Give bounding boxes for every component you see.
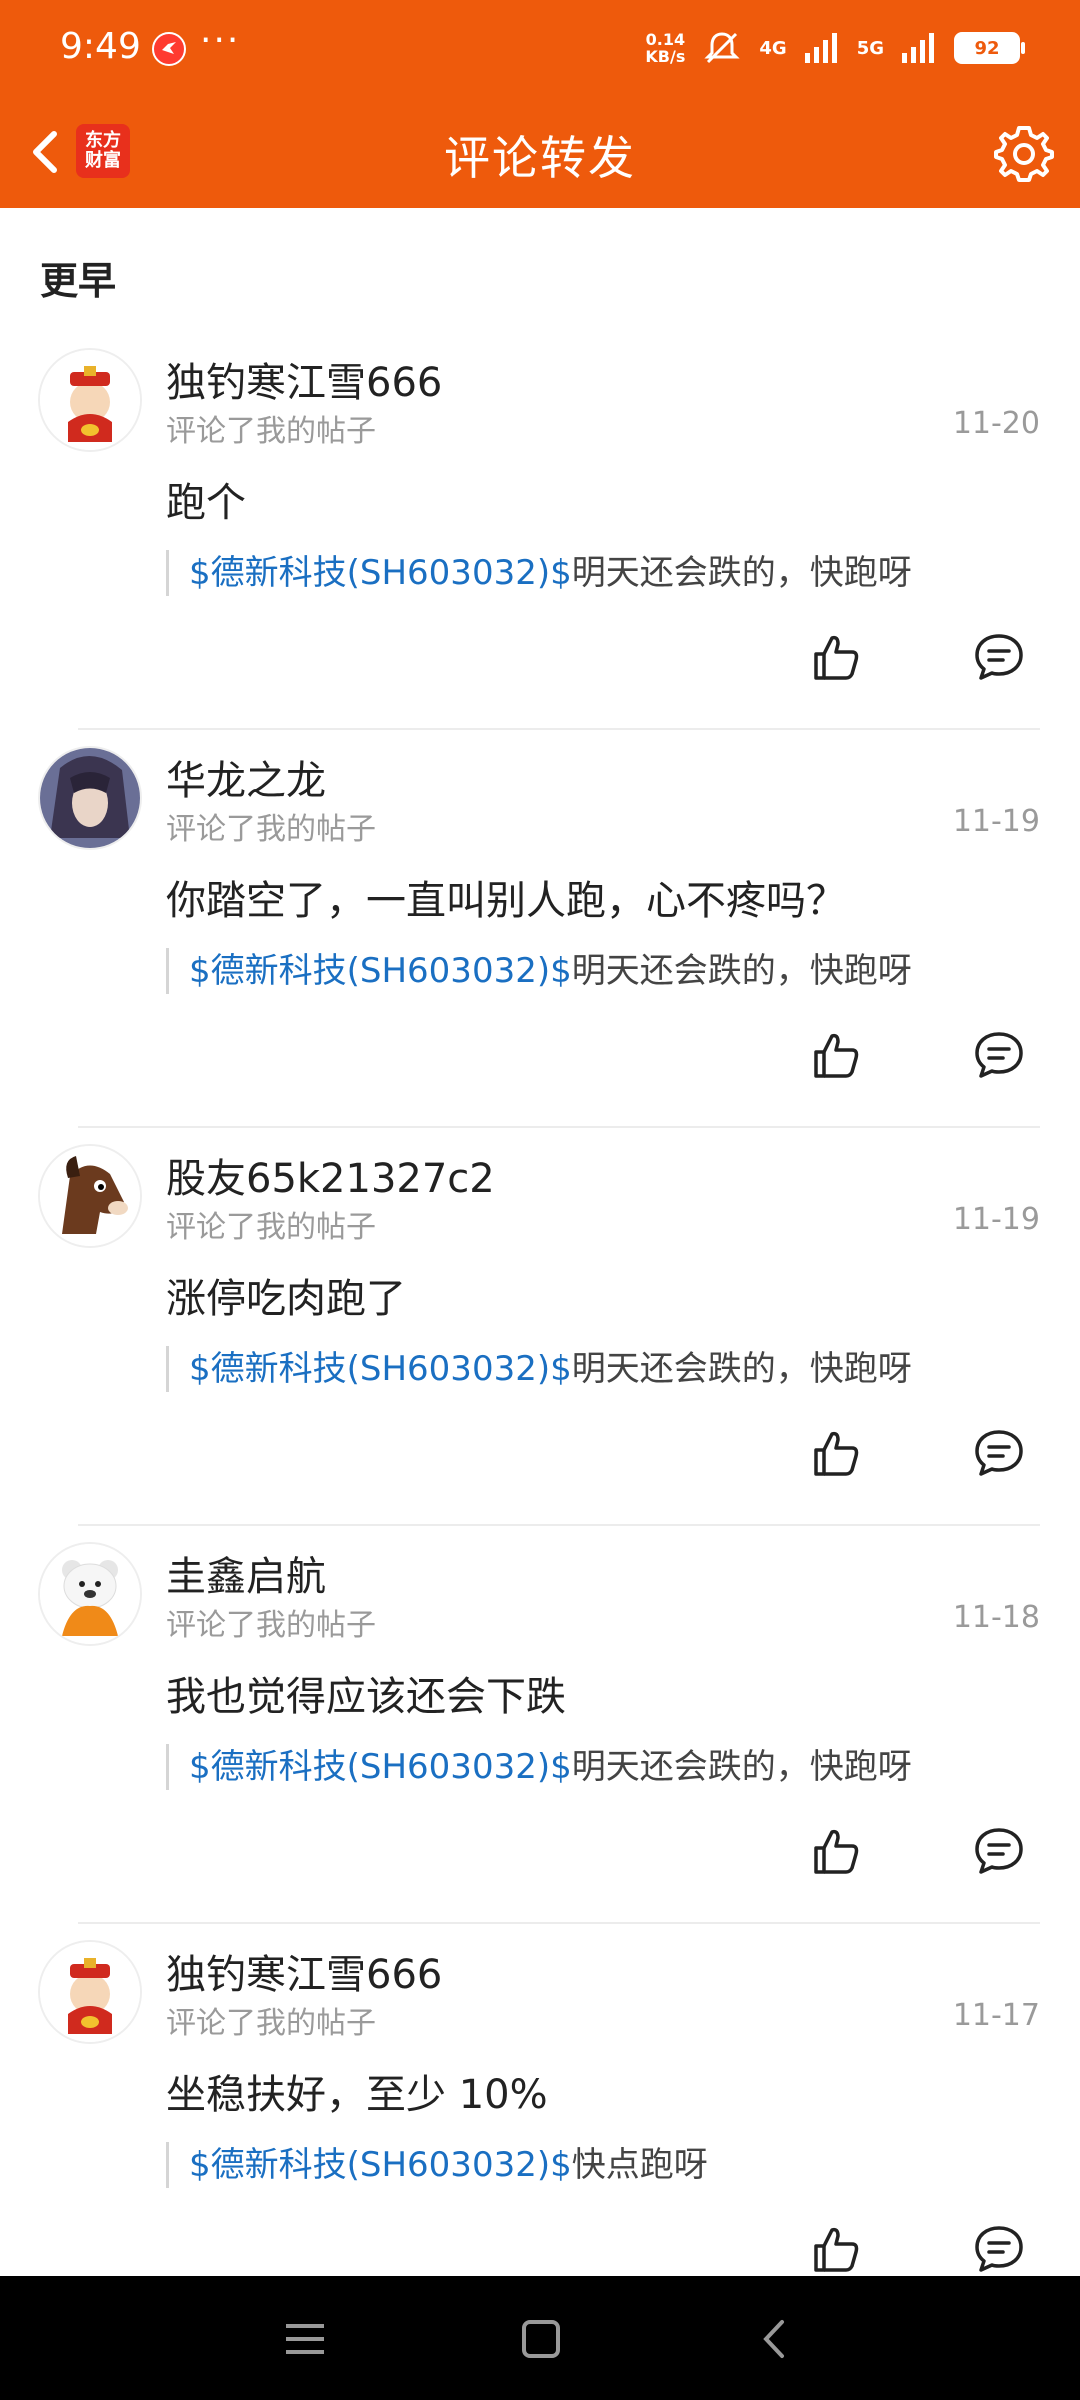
quoted-text: 明天还会跌的，快跑呀	[571, 1747, 912, 1787]
avatar[interactable]	[38, 1940, 142, 2044]
stock-link[interactable]: $德新科技(SH603032)$	[189, 951, 572, 991]
username[interactable]: 独钓寒江雪666	[166, 1942, 442, 2000]
menu-icon[interactable]	[278, 2312, 332, 2366]
status-more: ···	[200, 20, 241, 61]
comment-date: 11-18	[952, 1600, 1040, 1635]
quoted-post[interactable]: $德新科技(SH603032)$明天还会跌的，快跑呀	[166, 1346, 912, 1392]
quoted-post[interactable]: $德新科技(SH603032)$明天还会跌的，快跑呀	[166, 550, 912, 596]
like-icon[interactable]	[808, 630, 862, 684]
status-time: 9:49	[60, 26, 141, 67]
comment-action: 评论了我的帖子	[166, 2006, 376, 2041]
reply-icon[interactable]	[972, 1426, 1026, 1480]
stock-link[interactable]: $德新科技(SH603032)$	[189, 1747, 572, 1787]
comment-action: 评论了我的帖子	[166, 414, 376, 449]
like-icon[interactable]	[808, 1824, 862, 1878]
username[interactable]: 华龙之龙	[166, 748, 326, 806]
battery-indicator: 92	[954, 32, 1025, 64]
section-title: 更早	[40, 259, 117, 303]
reply-icon[interactable]	[972, 630, 1026, 684]
username[interactable]: 独钓寒江雪666	[166, 350, 442, 408]
comment-text[interactable]: 你踏空了，一直叫别人跑，心不疼吗？	[166, 868, 846, 926]
stock-link[interactable]: $德新科技(SH603032)$	[189, 553, 572, 593]
comment-action: 评论了我的帖子	[166, 812, 376, 847]
comment-item[interactable]: 股友65k21327c2 评论了我的帖子 11-19 涨停吃肉跑了 $德新科技(SH60…	[0, 1144, 1080, 1542]
comment-date: 11-19	[952, 1202, 1040, 1237]
stock-link[interactable]: $德新科技(SH603032)$	[189, 1349, 572, 1389]
system-nav-bar	[0, 2276, 1080, 2400]
like-icon[interactable]	[808, 1426, 862, 1480]
like-icon[interactable]	[808, 2222, 862, 2276]
nav-bar: 东方 财富 评论转发	[0, 96, 1080, 208]
reply-icon[interactable]	[972, 1028, 1026, 1082]
comment-date: 11-20	[952, 406, 1040, 441]
quoted-text: 明天还会跌的，快跑呀	[571, 553, 912, 593]
gear-icon[interactable]	[992, 120, 1056, 184]
quoted-text: 快点跑呀	[571, 2145, 708, 2185]
comment-text[interactable]: 坐稳扶好，至少 10%	[166, 2062, 548, 2120]
page-title: 评论转发	[444, 131, 636, 185]
mute-bell-icon	[704, 32, 740, 64]
network-5g: 5G	[856, 37, 884, 59]
divider	[78, 1524, 1040, 1526]
signal-icon-2	[902, 33, 934, 63]
top-bar: 9:49 ··· 0.14 KB/s 4G 5G 92 东方 财富 评论转发	[0, 0, 1080, 208]
comment-text[interactable]: 跑个	[166, 470, 246, 528]
comment-action: 评论了我的帖子	[166, 1608, 376, 1643]
avatar[interactable]	[38, 348, 142, 452]
status-bar: 9:49 ··· 0.14 KB/s 4G 5G 92	[0, 0, 1080, 96]
comment-action: 评论了我的帖子	[166, 1210, 376, 1245]
comment-item[interactable]: 圭鑫启航评论了我的帖子 11-18 我也觉得应该还会下跌 $德新科技(SH603032…	[0, 1542, 1080, 1940]
avatar[interactable]	[38, 1542, 142, 1646]
avatar[interactable]	[38, 1144, 142, 1248]
quoted-text: 明天还会跌的，快跑呀	[571, 1349, 912, 1389]
comment-text[interactable]: 我也觉得应该还会下跌	[166, 1664, 566, 1722]
quoted-post[interactable]: $德新科技(SH603032)$明天还会跌的，快跑呀	[166, 1744, 912, 1790]
network-4g: 4G	[759, 37, 787, 59]
avatar[interactable]	[38, 746, 142, 850]
comment-item[interactable]: 独钓寒江雪666 评论了我的帖子 11-20 跑个 $德新科技(SH603032)$明天…	[0, 348, 1080, 746]
divider	[78, 728, 1040, 730]
quoted-text: 明天还会跌的，快跑呀	[571, 951, 912, 991]
like-icon[interactable]	[808, 1028, 862, 1082]
divider	[78, 1922, 1040, 1924]
comment-date: 11-17	[952, 1998, 1040, 2033]
home-icon[interactable]	[514, 2312, 568, 2366]
quoted-post[interactable]: $德新科技(SH603032)$明天还会跌的，快跑呀	[166, 948, 912, 994]
comment-text[interactable]: 涨停吃肉跑了	[166, 1266, 406, 1324]
username[interactable]: 股友65k21327c2	[166, 1146, 495, 1204]
username[interactable]: 圭鑫启航	[166, 1544, 326, 1602]
comment-item[interactable]: 华龙之龙评论了我的帖子 11-19 你踏空了，一直叫别人跑，心不疼吗？ $德新科技(S…	[0, 746, 1080, 1144]
stock-link[interactable]: $德新科技(SH603032)$	[189, 2145, 572, 2185]
notification-app-icon	[152, 32, 186, 66]
back-nav-icon[interactable]	[748, 2312, 802, 2366]
net-speed: 0.14 KB/s	[645, 30, 686, 66]
signal-icon	[804, 33, 837, 63]
status-right: 0.14 KB/s 4G 5G 92	[645, 26, 1025, 70]
comment-date: 11-19	[952, 804, 1040, 839]
divider	[78, 1126, 1040, 1128]
reply-icon[interactable]	[972, 1824, 1026, 1878]
quoted-post[interactable]: $德新科技(SH603032)$快点跑呀	[166, 2142, 708, 2188]
reply-icon[interactable]	[972, 2222, 1026, 2276]
